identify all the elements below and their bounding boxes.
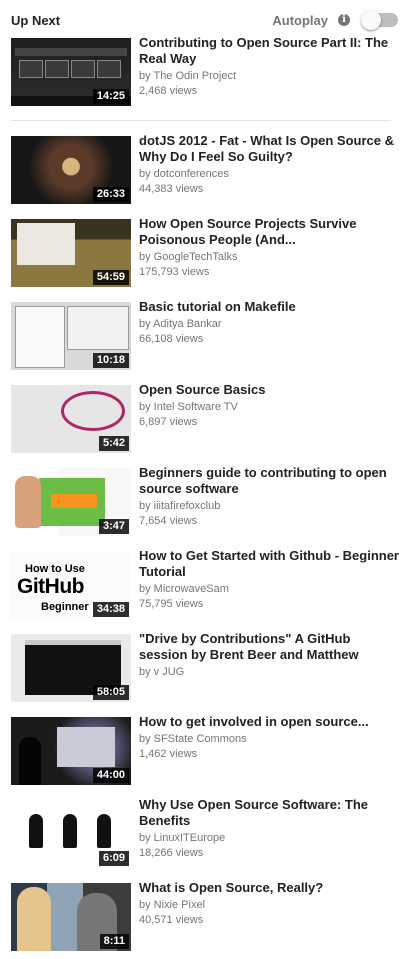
video-item[interactable]: 6:09 Why Use Open Source Software: The Be… <box>11 797 401 870</box>
video-channel: by dotconferences <box>139 168 229 180</box>
video-title[interactable]: How to get involved in open source... <box>139 714 401 730</box>
video-title[interactable]: Basic tutorial on Makefile <box>139 299 401 315</box>
video-thumbnail[interactable]: 5:42 <box>11 385 131 453</box>
video-meta: How Open Source Projects Survive Poisono… <box>139 216 401 279</box>
video-meta: How to get involved in open source... by … <box>139 714 401 761</box>
video-channel: by MicrowaveSam <box>139 583 229 595</box>
video-thumbnail[interactable]: How to Use GitHub Beginner 34:38 <box>11 551 131 619</box>
video-thumbnail[interactable]: 3:47 <box>11 468 131 536</box>
up-next-header: Up Next Autoplay i <box>11 10 398 30</box>
video-item[interactable]: 8:11 What is Open Source, Really? by Nixie… <box>11 880 401 953</box>
video-channel: by Aditya Bankar <box>139 318 222 330</box>
video-item[interactable]: How to Use GitHub Beginner 34:38 How to Get … <box>11 548 401 621</box>
video-channel: by The Odin Project <box>139 70 237 82</box>
video-item[interactable]: 54:59 How Open Source Projects Survive Po… <box>11 216 401 289</box>
video-views: 1,462 views <box>139 748 198 760</box>
autoplay-label: Autoplay <box>272 12 328 28</box>
video-meta: Open Source Basics by Intel Software TV 6,… <box>139 382 401 429</box>
video-item[interactable]: 26:33 dotJS 2012 - Fat - What Is Open Sou… <box>11 133 401 206</box>
video-thumbnail[interactable]: 14:25 <box>11 38 131 106</box>
video-duration: 44:00 <box>92 768 129 783</box>
video-title[interactable]: What is Open Source, Really? <box>139 880 401 896</box>
video-thumbnail[interactable]: 44:00 <box>11 717 131 785</box>
video-meta: Why Use Open Source Software: The Benefi… <box>139 797 401 860</box>
video-channel: by Intel Software TV <box>139 401 238 413</box>
video-views: 66,108 views <box>139 333 204 345</box>
video-views: 18,266 views <box>139 847 204 859</box>
video-channel: by GoogleTechTalks <box>139 251 238 263</box>
video-duration: 54:59 <box>92 270 129 285</box>
toggle-knob[interactable] <box>361 10 381 30</box>
video-views: 7,654 views <box>139 515 198 527</box>
video-duration: 34:38 <box>92 602 129 617</box>
video-meta: dotJS 2012 - Fat - What Is Open Source &… <box>139 133 401 196</box>
video-channel: by Nixie Pixel <box>139 899 206 911</box>
video-duration: 10:18 <box>92 353 129 368</box>
video-duration: 8:11 <box>99 934 129 949</box>
video-thumbnail[interactable]: 26:33 <box>11 136 131 204</box>
video-thumbnail[interactable]: 6:09 <box>11 800 131 868</box>
video-thumbnail[interactable]: 58:05 <box>11 634 131 702</box>
up-next-label: Up Next <box>11 12 61 28</box>
video-views: 44,383 views <box>139 183 204 195</box>
video-item[interactable]: 10:18 Basic tutorial on Makefile by Aditya… <box>11 299 401 372</box>
video-views: 2,468 views <box>139 85 198 97</box>
video-duration: 3:47 <box>98 519 129 534</box>
video-views: 75,795 views <box>139 598 204 610</box>
thumb-text: Beginner <box>41 601 89 613</box>
thumb-text: How to Use <box>25 563 85 575</box>
video-meta: Basic tutorial on Makefile by Aditya Bank… <box>139 299 401 346</box>
video-title[interactable]: How to Get Started with Github - Beginne… <box>139 548 401 580</box>
video-channel: by v JUG <box>139 666 185 678</box>
video-thumbnail[interactable]: 8:11 <box>11 883 131 951</box>
video-title[interactable]: How Open Source Projects Survive Poisono… <box>139 216 401 248</box>
video-thumbnail[interactable]: 10:18 <box>11 302 131 370</box>
section-divider <box>11 120 391 121</box>
video-duration: 5:42 <box>98 436 129 451</box>
video-item[interactable]: 5:42 Open Source Basics by Intel Software … <box>11 382 401 455</box>
video-meta: Contributing to Open Source Part II: The… <box>139 35 401 98</box>
video-title[interactable]: "Drive by Contributions" A GitHub sessio… <box>139 631 401 663</box>
autoplay-toggle[interactable] <box>361 10 398 30</box>
video-views: 175,793 views <box>139 266 210 278</box>
video-item[interactable]: 58:05 "Drive by Contributions" A GitHub s… <box>11 631 401 704</box>
video-meta: "Drive by Contributions" A GitHub sessio… <box>139 631 401 680</box>
video-meta: How to Get Started with Github - Beginne… <box>139 548 401 611</box>
info-icon[interactable]: i <box>338 14 350 26</box>
video-meta: Beginners guide to contributing to open … <box>139 465 401 528</box>
video-duration: 6:09 <box>98 851 129 866</box>
video-channel: by SFState Commons <box>139 733 247 745</box>
video-title[interactable]: Why Use Open Source Software: The Benefi… <box>139 797 401 829</box>
video-item[interactable]: 14:25 Contributing to Open Source Part II… <box>11 35 401 108</box>
video-channel: by LinuxITEurope <box>139 832 226 844</box>
thumb-text: GitHub <box>17 575 84 598</box>
video-duration: 14:25 <box>92 89 129 104</box>
video-item[interactable]: 3:47 Beginners guide to contributing to o… <box>11 465 401 538</box>
video-channel: by iiitafirefoxclub <box>139 500 221 512</box>
video-duration: 26:33 <box>92 187 129 202</box>
video-title[interactable]: dotJS 2012 - Fat - What Is Open Source &… <box>139 133 401 165</box>
video-title[interactable]: Beginners guide to contributing to open … <box>139 465 401 497</box>
video-views: 6,897 views <box>139 416 198 428</box>
video-meta: What is Open Source, Really? by Nixie Pix… <box>139 880 401 927</box>
video-title[interactable]: Contributing to Open Source Part II: The… <box>139 35 401 67</box>
video-thumbnail[interactable]: 54:59 <box>11 219 131 287</box>
video-duration: 58:05 <box>92 685 129 700</box>
video-title[interactable]: Open Source Basics <box>139 382 401 398</box>
video-item[interactable]: 44:00 How to get involved in open source.… <box>11 714 401 787</box>
video-views: 40,571 views <box>139 914 204 926</box>
